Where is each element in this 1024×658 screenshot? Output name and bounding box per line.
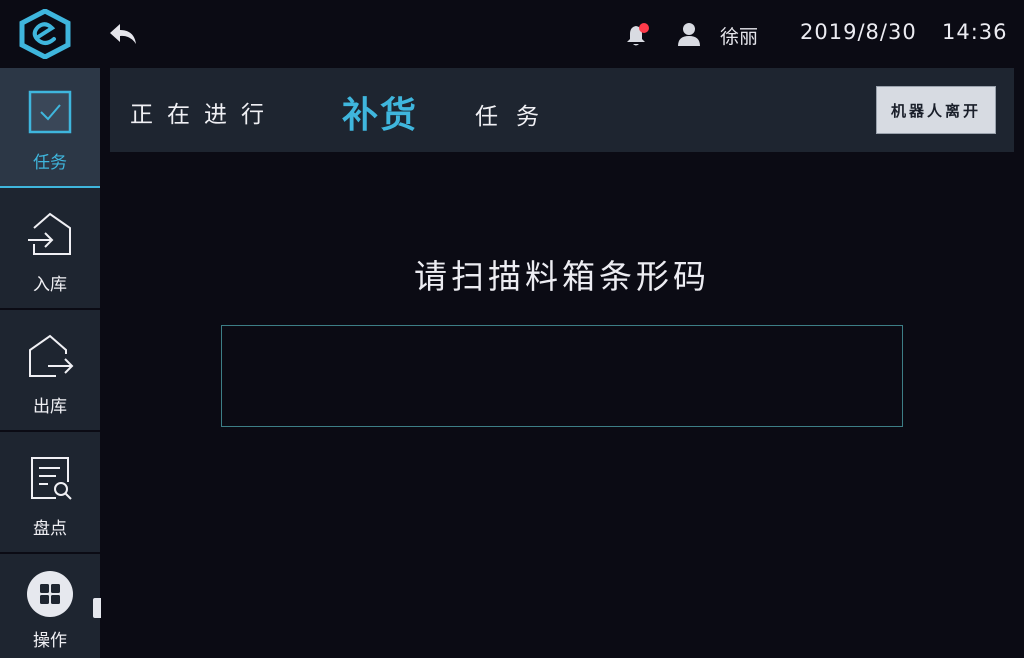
user-name: 徐丽 xyxy=(720,26,759,48)
task-type-title: 补货 xyxy=(342,95,419,136)
inventory-icon xyxy=(31,457,72,500)
current-time: 14:36 xyxy=(942,20,1008,44)
sidebar-item-label: 出库 xyxy=(33,397,67,417)
sidebar-item-task[interactable]: 任务 xyxy=(0,68,100,188)
sidebar-item-label: 盘点 xyxy=(33,519,67,539)
app-logo-icon xyxy=(19,9,71,59)
inbound-icon xyxy=(28,212,71,255)
notification-dot xyxy=(639,23,649,33)
back-arrow-icon[interactable] xyxy=(106,20,140,48)
app-root: 徐丽 2019/8/30 14:36 任务 入库 出库 盘点 操作 正在进行 补… xyxy=(0,0,1024,658)
grid-icon xyxy=(27,571,73,617)
task-header-panel: 正在进行 补货 任务 机器人离开 xyxy=(110,68,1014,152)
sidebar-item-label: 操作 xyxy=(33,631,67,651)
sidebar-collapse-handle-icon[interactable] xyxy=(93,598,101,618)
sidebar-item-inventory[interactable]: 盘点 xyxy=(0,434,100,554)
sidebar-nav: 任务 入库 出库 盘点 操作 xyxy=(0,68,100,658)
sidebar-item-inbound[interactable]: 入库 xyxy=(0,190,100,310)
notification-bell-icon[interactable] xyxy=(624,22,650,48)
current-date: 2019/8/30 xyxy=(800,20,917,44)
task-word-text: 任务 xyxy=(475,104,557,130)
user-avatar-icon[interactable] xyxy=(676,21,702,47)
task-status-text: 正在进行 xyxy=(130,102,278,128)
sidebar-item-operation[interactable]: 操作 xyxy=(0,556,100,658)
task-check-icon xyxy=(28,90,72,134)
outbound-icon xyxy=(29,334,74,377)
sidebar-item-outbound[interactable]: 出库 xyxy=(0,312,100,432)
robot-leave-button[interactable]: 机器人离开 xyxy=(876,86,996,134)
top-bar: 徐丽 2019/8/30 14:36 xyxy=(0,0,1024,68)
sidebar-item-label: 任务 xyxy=(33,153,67,173)
barcode-input[interactable] xyxy=(221,325,903,427)
scan-prompt: 请扫描料箱条形码 xyxy=(414,257,710,296)
sidebar-item-label: 入库 xyxy=(33,275,67,295)
